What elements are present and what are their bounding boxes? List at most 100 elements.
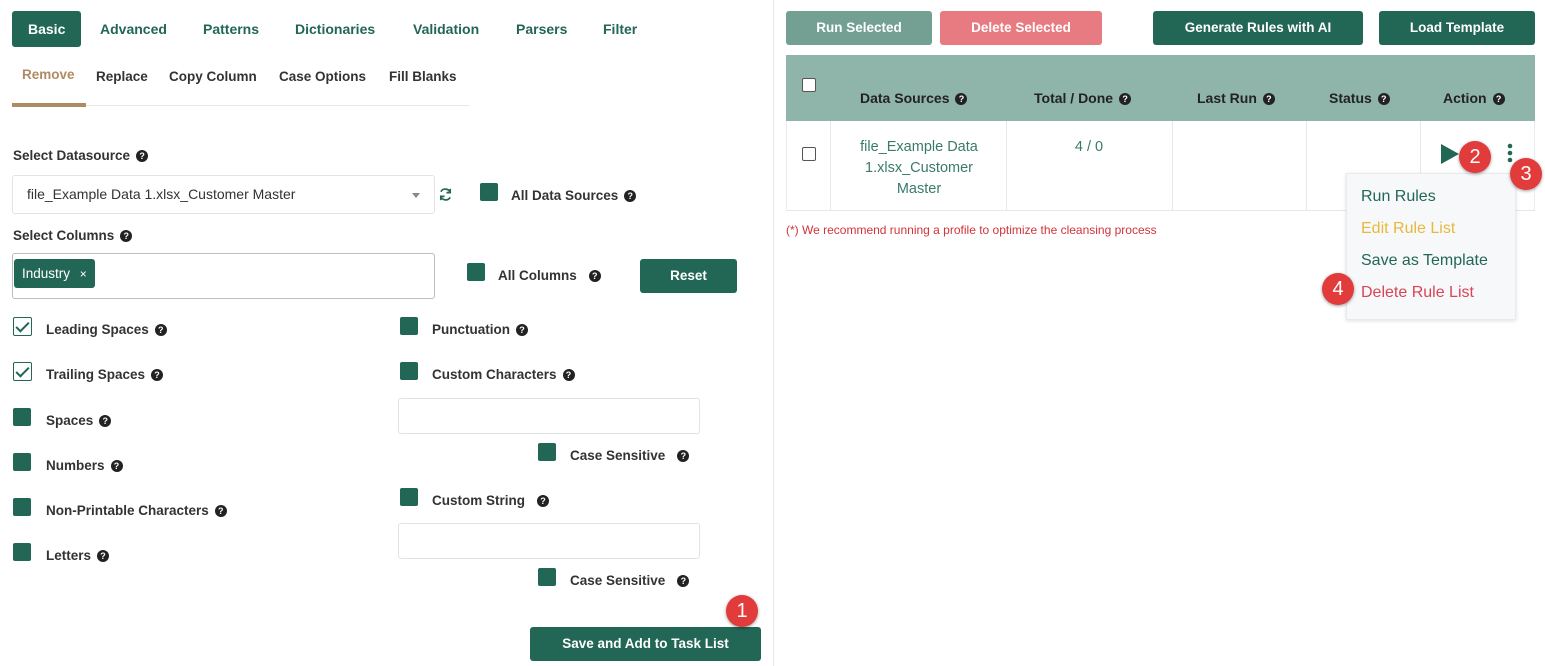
help-icon[interactable]: ? — [516, 324, 528, 336]
subtab-fill-blanks[interactable]: Fill Blanks — [389, 69, 457, 84]
help-icon[interactable]: ? — [99, 415, 112, 427]
non-printable-text: Non-Printable Characters — [46, 503, 209, 518]
run-selected-button[interactable]: Run Selected — [786, 11, 932, 45]
tab-advanced[interactable]: Advanced — [100, 11, 167, 47]
non-printable-checkbox[interactable] — [13, 498, 31, 516]
help-icon[interactable]: ? — [537, 495, 549, 507]
header-status: Status? — [1329, 90, 1390, 106]
leading-spaces-text: Leading Spaces — [46, 322, 149, 337]
help-icon[interactable]: ? — [677, 575, 690, 587]
help-icon[interactable]: ? — [214, 505, 227, 517]
tab-dictionaries[interactable]: Dictionaries — [295, 11, 375, 47]
refresh-icon[interactable] — [438, 187, 453, 202]
header-action-text: Action — [1443, 90, 1487, 106]
help-icon[interactable]: ? — [120, 230, 133, 242]
panel-divider — [773, 0, 774, 666]
trailing-spaces-label: Trailing Spaces? — [46, 367, 164, 382]
profile-note: (*) We recommend running a profile to op… — [786, 223, 1157, 237]
help-icon[interactable]: ? — [588, 270, 601, 282]
header-last-run: Last Run? — [1197, 90, 1275, 106]
subtab-remove[interactable]: Remove — [22, 67, 75, 82]
help-icon[interactable]: ? — [1119, 93, 1132, 105]
letters-text: Letters — [46, 548, 92, 563]
remove-tag-icon[interactable]: × — [80, 267, 87, 281]
help-icon[interactable]: ? — [151, 369, 164, 381]
data-source-line-1: file_Example Data — [860, 139, 978, 155]
all-data-sources-checkbox[interactable] — [480, 183, 498, 201]
menu-delete-rule-list[interactable]: Delete Rule List — [1361, 284, 1474, 302]
help-icon[interactable]: ? — [1377, 93, 1390, 105]
trailing-spaces-text: Trailing Spaces — [46, 367, 146, 382]
columns-multiselect[interactable]: Industry × — [12, 253, 435, 299]
column-tag-label: Industry — [22, 266, 71, 281]
row-total-done: 4 / 0 — [1074, 139, 1104, 155]
help-icon[interactable]: ? — [110, 460, 123, 472]
menu-save-template[interactable]: Save as Template — [1361, 252, 1488, 270]
generate-rules-ai-button[interactable]: Generate Rules with AI — [1153, 11, 1363, 45]
spaces-text: Spaces — [46, 413, 94, 428]
callout-badge-1: 1 — [726, 595, 758, 627]
case-sensitive-checkbox-2[interactable] — [538, 568, 556, 586]
tab-filter[interactable]: Filter — [603, 11, 637, 47]
help-icon[interactable]: ? — [677, 450, 690, 462]
numbers-text: Numbers — [46, 458, 105, 473]
help-icon[interactable]: ? — [154, 324, 167, 336]
custom-string-checkbox[interactable] — [400, 488, 418, 506]
columns-label: Select Columns? — [13, 228, 133, 243]
row-data-source[interactable]: file_Example Data 1.xlsx_Customer Master — [832, 137, 1006, 200]
all-columns-checkbox[interactable] — [467, 263, 485, 281]
trailing-spaces-checkbox[interactable] — [13, 362, 32, 381]
all-columns-text: All Columns — [498, 268, 577, 283]
menu-edit-rule-list[interactable]: Edit Rule List — [1361, 220, 1455, 238]
punctuation-text: Punctuation — [432, 322, 510, 337]
subtab-copy-column[interactable]: Copy Column — [169, 69, 257, 84]
tab-basic[interactable]: Basic — [12, 11, 82, 47]
custom-string-input[interactable] — [398, 523, 700, 559]
callout-badge-4: 4 — [1322, 273, 1354, 305]
leading-spaces-checkbox[interactable] — [13, 317, 32, 336]
leading-spaces-label: Leading Spaces? — [46, 322, 167, 337]
case-sensitive-label-1: Case Sensitive? — [570, 448, 690, 463]
subtab-active-indicator — [12, 103, 86, 107]
case-sensitive-checkbox-1[interactable] — [538, 443, 556, 461]
more-vertical-icon[interactable] — [1507, 143, 1513, 163]
help-icon[interactable]: ? — [1492, 93, 1505, 105]
load-template-button[interactable]: Load Template — [1379, 11, 1535, 45]
save-add-task-button[interactable]: Save and Add to Task List — [530, 627, 761, 661]
help-icon[interactable]: ? — [1262, 93, 1275, 105]
chevron-down-icon — [412, 193, 420, 198]
help-icon[interactable]: ? — [97, 550, 110, 562]
tab-validation[interactable]: Validation — [413, 11, 479, 47]
custom-characters-checkbox[interactable] — [400, 362, 418, 380]
subtab-case-options[interactable]: Case Options — [279, 69, 366, 84]
case-sensitive-text-2: Case Sensitive — [570, 573, 666, 588]
tab-patterns[interactable]: Patterns — [203, 11, 259, 47]
data-source-line-2: 1.xlsx_Customer — [865, 160, 973, 176]
subtab-replace[interactable]: Replace — [96, 69, 148, 84]
header-total-done-text: Total / Done — [1034, 90, 1114, 106]
spaces-checkbox[interactable] — [13, 408, 31, 426]
select-all-checkbox[interactable] — [802, 78, 816, 92]
reset-button[interactable]: Reset — [640, 259, 737, 293]
callout-badge-3: 3 — [1510, 158, 1542, 190]
row-checkbox[interactable] — [802, 147, 816, 161]
help-icon[interactable]: ? — [955, 93, 968, 105]
spaces-label: Spaces? — [46, 413, 112, 428]
header-total-done: Total / Done? — [1034, 90, 1132, 106]
menu-run-rules[interactable]: Run Rules — [1361, 188, 1436, 206]
datasource-value: file_Example Data 1.xlsx_Customer Master — [27, 186, 296, 202]
header-status-text: Status — [1329, 90, 1372, 106]
help-icon[interactable]: ? — [136, 150, 149, 162]
delete-selected-button[interactable]: Delete Selected — [940, 11, 1102, 45]
punctuation-checkbox[interactable] — [400, 317, 418, 335]
letters-checkbox[interactable] — [13, 543, 31, 561]
letters-label: Letters? — [46, 548, 110, 563]
play-icon[interactable] — [1440, 143, 1460, 165]
custom-characters-input[interactable] — [398, 398, 700, 434]
non-printable-label: Non-Printable Characters? — [46, 503, 227, 518]
numbers-checkbox[interactable] — [13, 453, 31, 471]
help-icon[interactable]: ? — [562, 369, 575, 381]
help-icon[interactable]: ? — [624, 190, 637, 202]
datasource-select[interactable]: file_Example Data 1.xlsx_Customer Master — [12, 175, 435, 214]
tab-parsers[interactable]: Parsers — [516, 11, 567, 47]
